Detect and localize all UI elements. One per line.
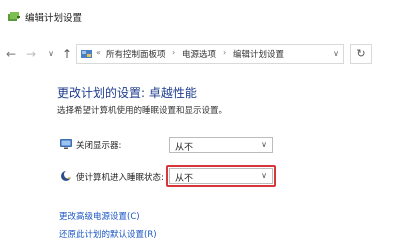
page-description: 选择希望计算机使用的睡眠设置和显示设置。 bbox=[57, 106, 228, 116]
back-button[interactable]: ← bbox=[4, 47, 18, 61]
control-panel-icon bbox=[81, 50, 92, 58]
breadcrumb-power-options[interactable]: 电源选项 bbox=[182, 48, 216, 60]
breadcrumb-overflow[interactable]: « bbox=[96, 48, 101, 57]
recent-locations-dropdown[interactable]: ∨ bbox=[44, 47, 58, 61]
sleep-moon-icon bbox=[61, 170, 72, 181]
breadcrumb-edit-plan-settings[interactable]: 编辑计划设置 bbox=[233, 48, 284, 60]
advanced-power-settings-link[interactable]: 更改高级电源设置(C) bbox=[59, 210, 140, 222]
address-bar[interactable]: « 所有控制面板项 › 电源选项 › 编辑计划设置 ∨ bbox=[76, 44, 344, 64]
window-title: 编辑计划设置 bbox=[25, 13, 83, 24]
up-button[interactable]: ↑ bbox=[60, 47, 74, 61]
refresh-button[interactable]: ↻ bbox=[350, 44, 372, 64]
chevron-down-icon: ∨ bbox=[261, 171, 267, 180]
chevron-down-icon[interactable]: ∨ bbox=[333, 49, 339, 58]
monitor-icon bbox=[60, 139, 72, 149]
chevron-down-icon: ∨ bbox=[261, 140, 267, 149]
turn-off-display-select[interactable]: 从不 ∨ bbox=[169, 137, 273, 153]
turn-off-display-value: 从不 bbox=[175, 143, 194, 153]
title-bar: 编辑计划设置 bbox=[0, 0, 395, 34]
page-title: 更改计划的设置: 卓越性能 bbox=[57, 86, 197, 100]
forward-button[interactable]: → bbox=[24, 47, 38, 61]
turn-off-display-label: 关闭显示器: bbox=[76, 141, 122, 151]
power-options-icon bbox=[8, 12, 20, 21]
breadcrumb-separator: › bbox=[172, 48, 176, 57]
restore-defaults-link[interactable]: 还原此计划的默认设置(R) bbox=[59, 228, 157, 240]
sleep-label: 使计算机进入睡眠状态: bbox=[76, 173, 164, 183]
sleep-value: 从不 bbox=[175, 174, 194, 184]
sleep-select[interactable]: 从不 ∨ bbox=[169, 168, 273, 184]
breadcrumb-all-control-panel-items[interactable]: 所有控制面板项 bbox=[106, 48, 166, 60]
navigation-bar: ← → ∨ ↑ « 所有控制面板项 › 电源选项 › 编辑计划设置 ∨ ↻ bbox=[0, 38, 395, 72]
breadcrumb-separator: › bbox=[223, 48, 227, 57]
